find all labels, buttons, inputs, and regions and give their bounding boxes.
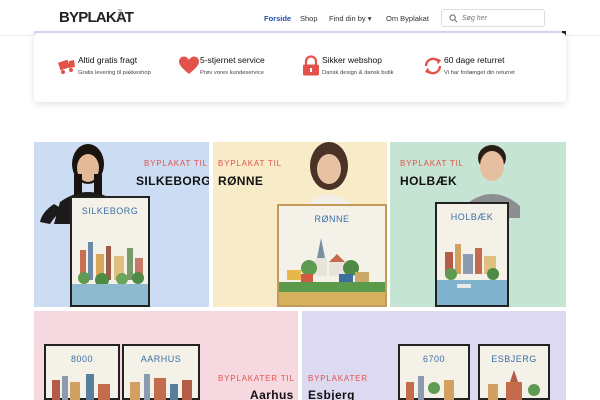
feature-title: 5-stjernet service (200, 55, 265, 65)
card-city: Aarhus (250, 388, 294, 400)
site-logo-suffix: .COM (118, 8, 124, 22)
city-poster: RØNNE (277, 204, 387, 307)
card-city: SILKEBORG (136, 174, 209, 188)
card-label: BYPLAKAT TIL (218, 159, 282, 168)
city-poster: SILKEBORG (70, 196, 150, 307)
features-bar: Altid gratis fragt Gratis levering til p… (34, 33, 566, 102)
card-label: BYPLAKAT TIL (144, 159, 208, 168)
card-city: RØNNE (218, 174, 264, 188)
nav-om-byplakat[interactable]: Om Byplakat (386, 14, 429, 23)
nav-find-din-by[interactable]: Find din by ▾ (329, 14, 372, 23)
lock-icon (303, 55, 319, 76)
search-input[interactable] (462, 12, 540, 25)
city-card-holbaek[interactable]: BYPLAKAT TIL HOLBÆK HOLBÆK (390, 142, 566, 307)
poster-text: HOLBÆK (450, 212, 494, 222)
city-poster: 6700 (398, 344, 470, 400)
city-poster: 8000 (44, 344, 120, 400)
feature-subtitle: Vi har forlænget din returret (444, 70, 515, 76)
poster-text: ESBJERG (491, 354, 537, 364)
city-poster: ESBJERG (478, 344, 550, 400)
card-city: Esbjerg (308, 388, 355, 400)
card-label: BYPLAKAT TIL (400, 159, 464, 168)
truck-icon (58, 59, 75, 74)
poster-text: SILKEBORG (81, 206, 139, 216)
card-city: HOLBÆK (400, 174, 458, 188)
feature-title: 60 dage returret (444, 55, 505, 65)
nav-shop[interactable]: Shop (300, 14, 318, 23)
search-icon (449, 14, 458, 23)
poster-text: 6700 (422, 354, 446, 364)
feature-subtitle: Dansk design & dansk butik (322, 70, 394, 76)
nav-forside[interactable]: Forside (264, 14, 291, 23)
heart-icon (179, 56, 199, 74)
city-card-esbjerg[interactable]: BYPLAKATER Esbjerg 6700 ESBJERG (302, 311, 566, 400)
city-poster: AARHUS (122, 344, 200, 400)
city-card-ronne[interactable]: BYPLAKAT TIL RØNNE RØNNE (213, 142, 387, 307)
feature-title: Sikker webshop (322, 55, 383, 65)
feature-subtitle: Gratis levering til pakkeshop (78, 70, 151, 76)
feature-title: Altid gratis fragt (78, 55, 138, 65)
feature-subtitle: Prøv vores kundeservice (200, 70, 264, 76)
search-box[interactable] (441, 9, 545, 27)
poster-text: 8000 (70, 354, 94, 364)
poster-text: RØNNE (314, 214, 350, 224)
city-poster: HOLBÆK (435, 202, 509, 307)
city-card-aarhus[interactable]: 8000 AARHUS BYPLAKATER TIL Aarhus (34, 311, 298, 400)
person-image (307, 142, 351, 212)
card-label: BYPLAKATER TIL (218, 374, 295, 383)
card-label: BYPLAKATER (308, 374, 368, 383)
refresh-icon (424, 57, 442, 75)
city-card-silkeborg[interactable]: SILKEBORG BYPLAKAT TIL SILKEBORG (34, 142, 209, 307)
poster-text: AARHUS (140, 354, 182, 364)
